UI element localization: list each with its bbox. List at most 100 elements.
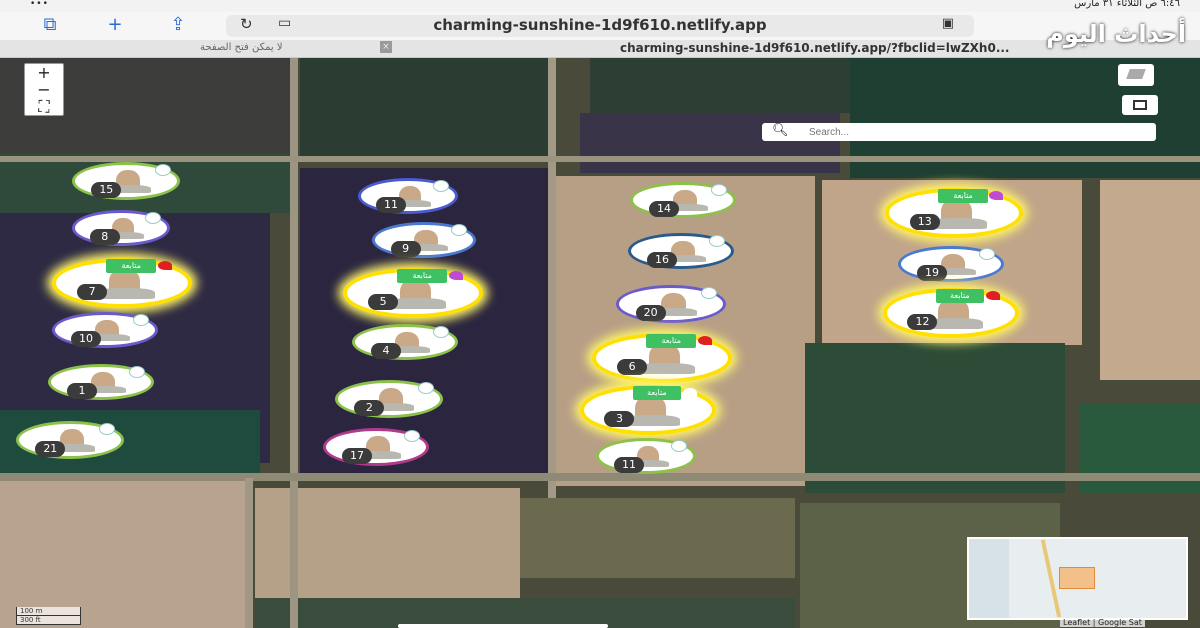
marker-number: 11 (376, 196, 407, 213)
map-marker[interactable]: 8 (72, 210, 170, 246)
zoom-in-button[interactable]: + (25, 64, 63, 81)
scale-meters: 100 m (16, 607, 81, 616)
zoom-control: + − ⛶ (24, 63, 64, 116)
status-badge: متابعة (106, 258, 157, 273)
chat-bubble-icon (433, 179, 450, 192)
map-marker[interactable]: 14 (630, 182, 736, 218)
map-marker[interactable]: 19 (898, 246, 1004, 282)
map-marker[interactable]: 11 (596, 438, 696, 474)
search-input[interactable] (807, 124, 1131, 140)
chat-bubble-icon (711, 183, 727, 196)
chat-bubble-icon (129, 365, 145, 378)
new-tab-icon[interactable]: + (103, 14, 127, 36)
map-marker[interactable]: 2 (335, 380, 443, 418)
chat-bubble-icon (98, 422, 115, 435)
fullscreen-button[interactable]: ⛶ (25, 98, 63, 115)
chat-bubble-icon (671, 439, 688, 452)
marker-number: 10 (71, 330, 101, 347)
tab-active[interactable]: charming-sunshine-1d9f610.netlify.app/?f… (620, 41, 1010, 55)
map-field (590, 58, 850, 113)
chat-bubble-icon (700, 286, 717, 299)
map-marker[interactable]: 21 (16, 421, 124, 459)
marker-number: 16 (647, 251, 677, 268)
map-marker[interactable]: 20 (616, 285, 726, 323)
tab-bar: × لا يمكن فتح الصفحة charming-sunshine-1… (0, 40, 1200, 58)
map-marker[interactable]: 3 متابعة (580, 385, 716, 435)
map-marker[interactable]: 10 (52, 312, 158, 348)
marker-number: 2 (354, 399, 385, 416)
flag-icon (985, 291, 1000, 301)
tab-close-icon[interactable]: × (380, 41, 392, 53)
address-bar[interactable]: ↻ ▭ charming-sunshine-1d9f610.netlify.ap… (226, 15, 974, 37)
map-road (548, 58, 556, 498)
map-road (0, 156, 1200, 162)
marker-number: 9 (390, 240, 421, 257)
flag-icon (157, 261, 172, 271)
map-field (0, 478, 245, 628)
minimap[interactable] (967, 537, 1188, 620)
search-icon: 🔍︎ (772, 123, 789, 138)
marker-number: 19 (917, 264, 947, 281)
flag-icon (682, 388, 697, 398)
marker-number: 4 (371, 342, 401, 359)
status-badge: متابعة (935, 288, 985, 303)
status-time: ٦:٤٦ ص الثلاثاء ٣١ مارس (1074, 0, 1180, 9)
map-marker[interactable]: 17 (323, 428, 429, 466)
map-field (580, 113, 840, 173)
marker-number: 1 (67, 382, 97, 399)
save-button[interactable] (1122, 95, 1158, 115)
tabs-overview-icon[interactable]: ⧉ (38, 14, 62, 36)
map-marker[interactable]: 1 (48, 364, 154, 400)
marker-number: 14 (649, 200, 679, 217)
home-indicator (398, 624, 608, 628)
map-attribution[interactable]: Leaflet | Google Sat (1060, 618, 1145, 627)
chat-bubble-icon (417, 381, 434, 394)
map-field (300, 58, 555, 158)
save-icon (1133, 100, 1147, 110)
map-field (1100, 180, 1200, 380)
layers-button[interactable] (1118, 64, 1154, 86)
map-marker[interactable]: 15 (72, 162, 180, 200)
marker-number: 21 (35, 440, 66, 457)
status-bar: ••• ٦:٤٦ ص الثلاثاء ٣١ مارس (0, 0, 1200, 12)
map-field (520, 498, 795, 578)
map-marker[interactable]: 12 متابعة (883, 288, 1019, 338)
map-marker[interactable]: 13 متابعة (885, 188, 1023, 238)
chat-bubble-icon (433, 325, 449, 338)
marker-number: 7 (77, 283, 108, 300)
signal-indicator: ••• (30, 0, 49, 9)
layers-icon (1126, 69, 1146, 79)
scale-bar: 100 m 300 ft (16, 607, 81, 625)
zoom-out-button[interactable]: − (25, 81, 63, 98)
marker-number: 20 (635, 304, 666, 321)
marker-number: 11 (614, 456, 645, 473)
flag-icon (989, 191, 1004, 201)
tab-inactive[interactable]: لا يمكن فتح الصفحة (200, 42, 283, 53)
map-marker[interactable]: 7 متابعة (52, 258, 192, 308)
map-road (245, 478, 253, 628)
marker-number: 17 (342, 447, 372, 464)
map-field (555, 176, 815, 486)
map-road (0, 473, 1200, 481)
share-icon[interactable]: ⇪ (166, 14, 190, 36)
map-field (805, 343, 1065, 493)
map-marker[interactable]: 6 متابعة (592, 333, 732, 383)
extension-icon[interactable]: ▣ (942, 16, 954, 31)
status-badge: متابعة (938, 188, 988, 203)
map-marker[interactable]: 5 متابعة (343, 268, 483, 318)
flag-icon (448, 271, 463, 281)
map-search: 🔍︎ (762, 123, 1156, 141)
marker-number: 12 (907, 313, 938, 330)
map-marker[interactable]: 4 (352, 324, 458, 360)
map-marker[interactable]: 9 (372, 222, 476, 258)
marker-number: 15 (91, 181, 122, 198)
browser-toolbar: ⧉ + ⇪ ↻ ▭ charming-sunshine-1d9f610.netl… (0, 12, 1200, 40)
chat-bubble-icon (404, 429, 420, 442)
map-marker[interactable]: 16 (628, 233, 734, 269)
chat-bubble-icon (145, 211, 162, 224)
marker-number: 13 (909, 213, 940, 230)
chat-bubble-icon (154, 163, 171, 176)
url-text: charming-sunshine-1d9f610.netlify.app (433, 16, 767, 34)
map-marker[interactable]: 11 (358, 178, 458, 214)
minimap-viewport[interactable] (1059, 567, 1095, 589)
